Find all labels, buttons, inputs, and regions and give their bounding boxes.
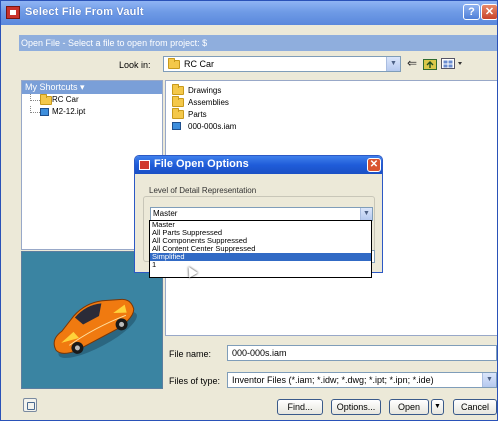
list-item-assemblies[interactable]: Assemblies [172,96,229,108]
folder-icon [172,96,184,107]
shortcuts-header[interactable]: My Shortcuts ▾ [22,81,162,94]
up-folder-icon[interactable] [423,57,437,70]
project-bar: Open File - Select a file to open from p… [19,35,497,51]
lod-dropdown-list[interactable]: Master All Parts Suppressed All Componen… [149,220,372,278]
list-item-assembly-file[interactable]: 000-000s.iam [172,121,236,132]
shortcut-item-m2-12[interactable]: M2-12.ipt [22,106,162,118]
file-type-value: Inventor Files (*.iam; *.idw; *.dwg; *.i… [232,375,434,385]
file-name-label: File name: [169,349,212,359]
lod-label: Level of Detail Representation [149,186,257,195]
folder-icon [168,58,180,69]
lod-combo[interactable]: Master ▼ [150,207,373,221]
title-bar[interactable]: Select File From Vault ? ✕ [1,1,497,25]
part-icon [40,108,49,116]
chevron-down-icon[interactable]: ▼ [482,373,496,387]
inventor-icon [139,160,150,170]
dialog-title-bar[interactable]: File Open Options ✕ [135,156,382,174]
list-item-parts[interactable]: Parts [172,108,207,120]
options-button[interactable]: Options... [331,399,381,415]
inventor-icon [6,6,20,19]
dialog-close-button[interactable]: ✕ [367,158,381,172]
lod-option-1[interactable]: 1 [150,261,371,269]
list-item-drawings[interactable]: Drawings [172,84,222,96]
dialog-title: File Open Options [154,158,249,170]
file-name-input[interactable]: 000-000s.iam [227,345,497,361]
open-dropdown-button[interactable]: ▼ [431,399,444,415]
help-button[interactable]: ? [463,4,480,20]
chevron-down-icon[interactable]: ▼ [386,57,400,71]
select-file-window: Select File From Vault ? ✕ Open File - S… [0,0,498,421]
window-title: Select File From Vault [25,6,144,18]
assembly-icon [172,122,181,130]
look-in-value: RC Car [184,59,215,69]
list-item-label: Drawings [188,86,222,95]
look-in-label: Look in: [119,60,151,70]
shortcut-item-rc-car[interactable]: RC Car [22,94,162,106]
shortcut-label: M2-12.ipt [52,107,86,116]
file-type-combo[interactable]: Inventor Files (*.iam; *.idw; *.dwg; *.i… [227,372,497,388]
back-arrow-icon[interactable]: ⇐ [407,57,423,71]
folder-icon [172,108,184,119]
cancel-button[interactable]: Cancel [453,399,497,415]
list-item-label: Parts [188,110,207,119]
open-button[interactable]: Open [389,399,429,415]
folder-icon [172,84,184,95]
shortcut-label: RC Car [52,95,79,104]
chevron-down-icon[interactable]: ▼ [360,208,372,220]
find-button[interactable]: Find... [277,399,323,415]
list-item-label: 000-000s.iam [188,122,237,131]
file-type-label: Files of type: [169,376,221,386]
lod-value: Master [153,209,178,218]
lod-option-simplified[interactable]: Simplified [150,253,371,261]
view-menu-icon[interactable] [441,57,465,70]
project-icon-button[interactable] [23,398,37,412]
folder-icon [40,94,52,105]
look-in-combo[interactable]: RC Car ▼ [163,56,401,72]
list-item-label: Assemblies [188,98,229,107]
close-button[interactable]: ✕ [481,4,497,20]
